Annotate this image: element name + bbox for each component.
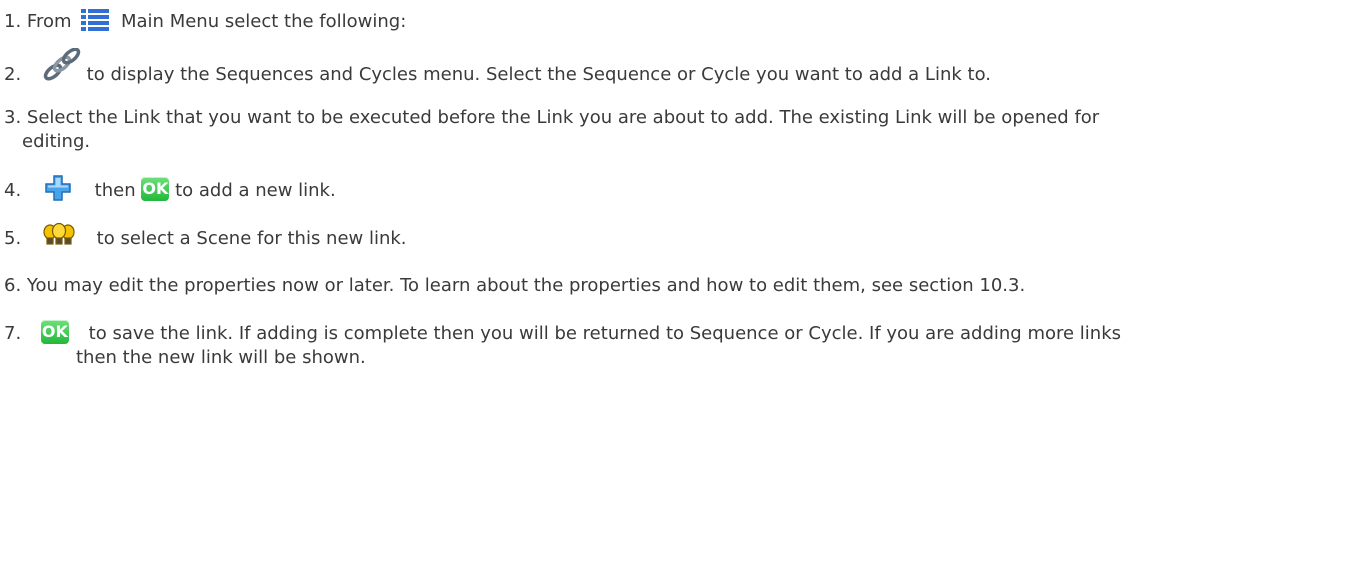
step-text: to add a new link. xyxy=(175,180,336,201)
step-number: 3. xyxy=(4,107,22,128)
step-number: 1. xyxy=(4,11,22,32)
step-then: then xyxy=(94,180,136,201)
main-menu-icon[interactable] xyxy=(81,8,110,32)
step-number: 5. xyxy=(4,228,22,249)
step-text-post: Main Menu select the following: xyxy=(121,11,407,32)
step-number: 2. xyxy=(4,64,22,85)
step-5: 5. to select a Scene for this new link. xyxy=(4,222,407,252)
step-text-pre: From xyxy=(26,11,72,32)
step-number: 6. xyxy=(4,275,22,296)
step-text: to save the link. If adding is complete … xyxy=(88,323,1122,344)
step-4: 4. then OK to add a new link. xyxy=(4,175,336,204)
step-number: 7. xyxy=(4,323,22,344)
step-1: 1. From Main Menu select the following: xyxy=(4,8,407,34)
step-text: to select a Scene for this new link. xyxy=(96,228,407,249)
step-3: 3. Select the Link that you want to be e… xyxy=(4,106,1334,154)
step-2: 2. to display the Sequences and Cycles m… xyxy=(4,47,991,92)
step-text: Select the Link that you want to be exec… xyxy=(26,107,1100,128)
step-text: to display the Sequences and Cycles menu… xyxy=(86,64,991,85)
step-text-continued: editing. xyxy=(22,131,91,152)
ok-button[interactable]: OK xyxy=(40,320,69,344)
chain-link-icon[interactable] xyxy=(41,47,81,82)
step-7: 7. OK to save the link. If adding is com… xyxy=(4,320,1334,370)
step-number: 4. xyxy=(4,180,22,201)
ok-button[interactable]: OK xyxy=(141,177,170,201)
step-6: 6. You may edit the properties now or la… xyxy=(4,274,1025,298)
light-bulbs-icon[interactable] xyxy=(43,222,75,248)
step-text: You may edit the properties now or later… xyxy=(26,275,1026,296)
step-text-continued: then the new link will be shown. xyxy=(76,347,366,368)
plus-icon[interactable] xyxy=(45,175,71,201)
